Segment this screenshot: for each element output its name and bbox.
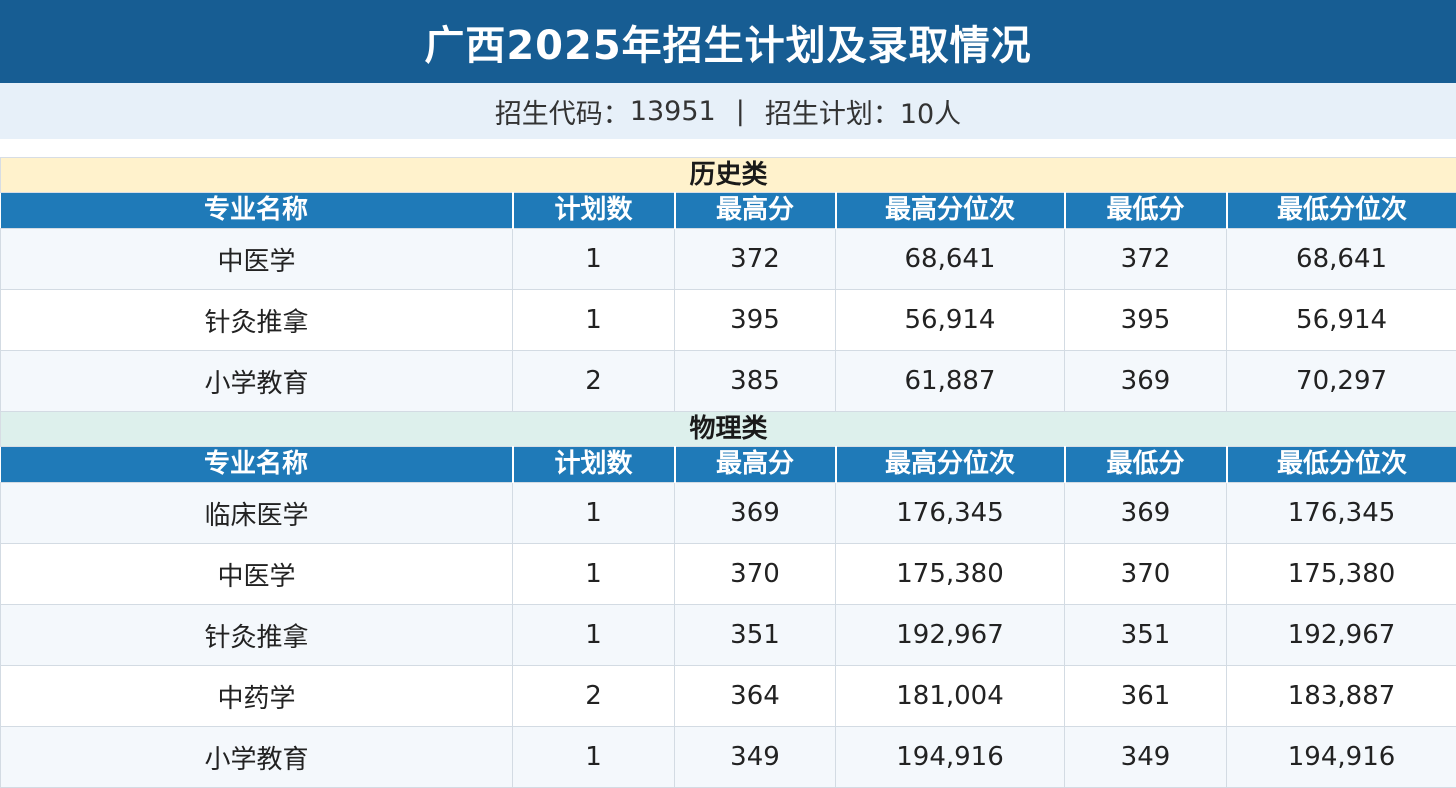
table-row: 针灸推拿139556,91439556,914 <box>1 290 1456 351</box>
major-name-cell: 针灸推拿 <box>1 290 513 351</box>
column-header-row: 专业名称计划数最高分最高分位次最低分最低分位次 <box>1 193 1456 229</box>
column-header: 专业名称 <box>1 447 513 483</box>
column-header: 专业名称 <box>1 193 513 229</box>
enrollment-table: 历史类专业名称计划数最高分最高分位次最低分最低分位次中医学137268,6413… <box>0 157 1456 788</box>
section-header-row: 历史类 <box>1 158 1456 193</box>
table-cell: 369 <box>1065 351 1227 412</box>
page-title: 广西2025年招生计划及录取情况 <box>424 13 1031 71</box>
column-header: 最高分 <box>675 447 836 483</box>
column-header: 最低分位次 <box>1227 193 1456 229</box>
enrollment-info-bar: 招生代码： 13951 | 招生计划： 10人 <box>0 83 1456 139</box>
column-header: 最低分 <box>1065 447 1227 483</box>
table-cell: 56,914 <box>836 290 1065 351</box>
table-cell: 176,345 <box>1227 483 1456 544</box>
table-cell: 194,916 <box>1227 727 1456 788</box>
table-cell: 385 <box>675 351 836 412</box>
table-cell: 61,887 <box>836 351 1065 412</box>
major-name-cell: 小学教育 <box>1 727 513 788</box>
table-cell: 68,641 <box>1227 229 1456 290</box>
table-cell: 56,914 <box>1227 290 1456 351</box>
table-cell: 395 <box>675 290 836 351</box>
table-cell: 351 <box>675 605 836 666</box>
table-cell: 2 <box>513 351 675 412</box>
table-row: 小学教育238561,88736970,297 <box>1 351 1456 412</box>
page: 广西2025年招生计划及录取情况 招生代码： 13951 | 招生计划： 10人… <box>0 0 1456 785</box>
table-cell: 1 <box>513 544 675 605</box>
table-row: 针灸推拿1351192,967351192,967 <box>1 605 1456 666</box>
table-cell: 175,380 <box>1227 544 1456 605</box>
table-cell: 68,641 <box>836 229 1065 290</box>
table-cell: 1 <box>513 290 675 351</box>
table-cell: 192,967 <box>836 605 1065 666</box>
info-separator: | <box>736 96 745 127</box>
table-row: 中医学1370175,380370175,380 <box>1 544 1456 605</box>
column-header: 最高分位次 <box>836 447 1065 483</box>
table-row: 中医学137268,64137268,641 <box>1 229 1456 290</box>
table-row: 临床医学1369176,345369176,345 <box>1 483 1456 544</box>
table-row: 小学教育1349194,916349194,916 <box>1 727 1456 788</box>
table-cell: 370 <box>675 544 836 605</box>
column-header-row: 专业名称计划数最高分最高分位次最低分最低分位次 <box>1 447 1456 483</box>
table-cell: 176,345 <box>836 483 1065 544</box>
table-cell: 175,380 <box>836 544 1065 605</box>
section-title: 历史类 <box>1 158 1456 193</box>
table-cell: 349 <box>675 727 836 788</box>
table-cell: 361 <box>1065 666 1227 727</box>
major-name-cell: 中医学 <box>1 544 513 605</box>
column-header: 最低分位次 <box>1227 447 1456 483</box>
table-cell: 364 <box>675 666 836 727</box>
table-cell: 372 <box>1065 229 1227 290</box>
enrollment-table-body: 历史类专业名称计划数最高分最高分位次最低分最低分位次中医学137268,6413… <box>1 158 1456 788</box>
table-cell: 1 <box>513 483 675 544</box>
table-cell: 181,004 <box>836 666 1065 727</box>
table-cell: 369 <box>675 483 836 544</box>
major-name-cell: 中药学 <box>1 666 513 727</box>
column-header: 计划数 <box>513 193 675 229</box>
table-cell: 351 <box>1065 605 1227 666</box>
section-header-row: 物理类 <box>1 412 1456 447</box>
major-name-cell: 针灸推拿 <box>1 605 513 666</box>
column-header: 最高分位次 <box>836 193 1065 229</box>
major-name-cell: 中医学 <box>1 229 513 290</box>
table-cell: 369 <box>1065 483 1227 544</box>
column-header: 计划数 <box>513 447 675 483</box>
code-label: 招生代码： <box>495 92 630 131</box>
major-name-cell: 小学教育 <box>1 351 513 412</box>
table-cell: 370 <box>1065 544 1227 605</box>
table-cell: 70,297 <box>1227 351 1456 412</box>
table-cell: 349 <box>1065 727 1227 788</box>
code-value: 13951 <box>630 96 716 127</box>
table-cell: 372 <box>675 229 836 290</box>
plan-value: 10人 <box>900 92 961 131</box>
page-title-bar: 广西2025年招生计划及录取情况 <box>0 0 1456 83</box>
major-name-cell: 临床医学 <box>1 483 513 544</box>
table-cell: 1 <box>513 229 675 290</box>
table-cell: 395 <box>1065 290 1227 351</box>
table-cell: 2 <box>513 666 675 727</box>
table-cell: 1 <box>513 605 675 666</box>
table-cell: 194,916 <box>836 727 1065 788</box>
column-header: 最低分 <box>1065 193 1227 229</box>
table-cell: 192,967 <box>1227 605 1456 666</box>
table-cell: 183,887 <box>1227 666 1456 727</box>
plan-label: 招生计划： <box>765 92 900 131</box>
column-header: 最高分 <box>675 193 836 229</box>
table-cell: 1 <box>513 727 675 788</box>
table-row: 中药学2364181,004361183,887 <box>1 666 1456 727</box>
section-title: 物理类 <box>1 412 1456 447</box>
